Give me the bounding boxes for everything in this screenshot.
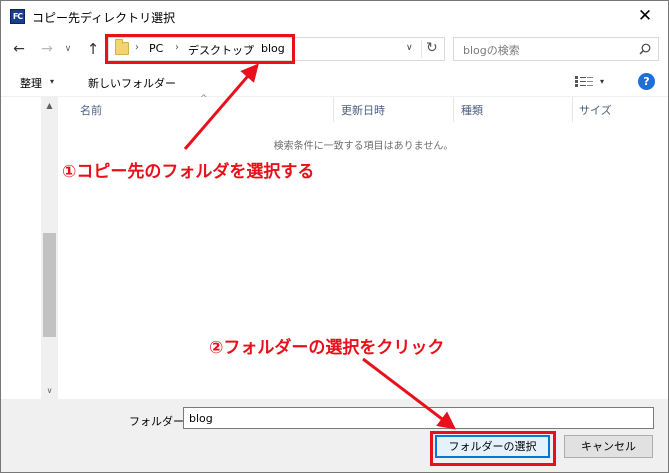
- address-divider: [421, 40, 422, 58]
- annotation-step-2: ②フォルダーの選択をクリック: [209, 338, 445, 358]
- scroll-down-icon[interactable]: ∨: [41, 386, 58, 395]
- up-arrow-icon[interactable]: ↑: [83, 40, 103, 58]
- navigation-pane-scrollbar[interactable]: ▲ ∨: [41, 97, 58, 399]
- column-divider[interactable]: [453, 97, 454, 122]
- organize-button[interactable]: 整理: [20, 75, 42, 91]
- column-header-type[interactable]: 種類: [461, 102, 483, 118]
- search-placeholder: blogの検索: [463, 44, 520, 57]
- column-header-name[interactable]: 名前: [80, 102, 102, 118]
- navigation-bar: ← → ∨ ↑ › PC › デスクトップ › blog ∨ ↻ blogの検索: [1, 32, 668, 66]
- scroll-thumb[interactable]: [43, 233, 56, 337]
- cancel-button[interactable]: キャンセル: [564, 435, 653, 458]
- window-title: コピー先ディレクトリ選択: [32, 11, 176, 25]
- view-caret-icon[interactable]: ▾: [600, 77, 604, 86]
- search-icon[interactable]: [639, 43, 651, 55]
- app-icon: FC: [10, 9, 25, 24]
- sort-ascending-icon: ^: [200, 94, 208, 104]
- address-dropdown-icon[interactable]: ∨: [406, 43, 413, 53]
- annotation-highlight-select-button: [430, 431, 556, 466]
- view-options-icon[interactable]: [575, 76, 593, 87]
- back-arrow-icon[interactable]: ←: [9, 40, 29, 58]
- scroll-up-icon[interactable]: ▲: [41, 101, 58, 110]
- recent-locations-chevron-icon[interactable]: ∨: [61, 40, 75, 58]
- new-folder-button[interactable]: 新しいフォルダー: [88, 75, 176, 91]
- organize-caret-icon[interactable]: ▾: [50, 77, 54, 86]
- column-divider[interactable]: [572, 97, 573, 122]
- folder-name-input[interactable]: [183, 407, 654, 429]
- dialog-footer: フォルダー: フォルダーの選択 キャンセル: [1, 399, 668, 472]
- close-button[interactable]: ✕: [622, 1, 668, 31]
- refresh-icon[interactable]: ↻: [426, 40, 438, 56]
- title-bar: FC コピー先ディレクトリ選択 ✕: [1, 1, 668, 32]
- annotation-highlight-address: [105, 34, 295, 64]
- help-icon[interactable]: ?: [638, 73, 655, 90]
- column-divider[interactable]: [333, 97, 334, 122]
- search-input[interactable]: blogの検索: [453, 37, 659, 61]
- folder-field-label: フォルダー:: [129, 415, 188, 428]
- dialog-window: FC コピー先ディレクトリ選択 ✕ ← → ∨ ↑ › PC › デスクトップ …: [0, 0, 669, 473]
- forward-arrow-icon[interactable]: →: [37, 40, 57, 58]
- column-header-size[interactable]: サイズ: [579, 102, 612, 118]
- column-header-modified[interactable]: 更新日時: [341, 102, 385, 118]
- empty-list-message: 検索条件に一致する項目はありません。: [273, 141, 454, 152]
- annotation-step-1: ①コピー先のフォルダを選択する: [62, 162, 315, 182]
- command-toolbar: 整理 ▾ 新しいフォルダー ▾ ?: [1, 66, 668, 97]
